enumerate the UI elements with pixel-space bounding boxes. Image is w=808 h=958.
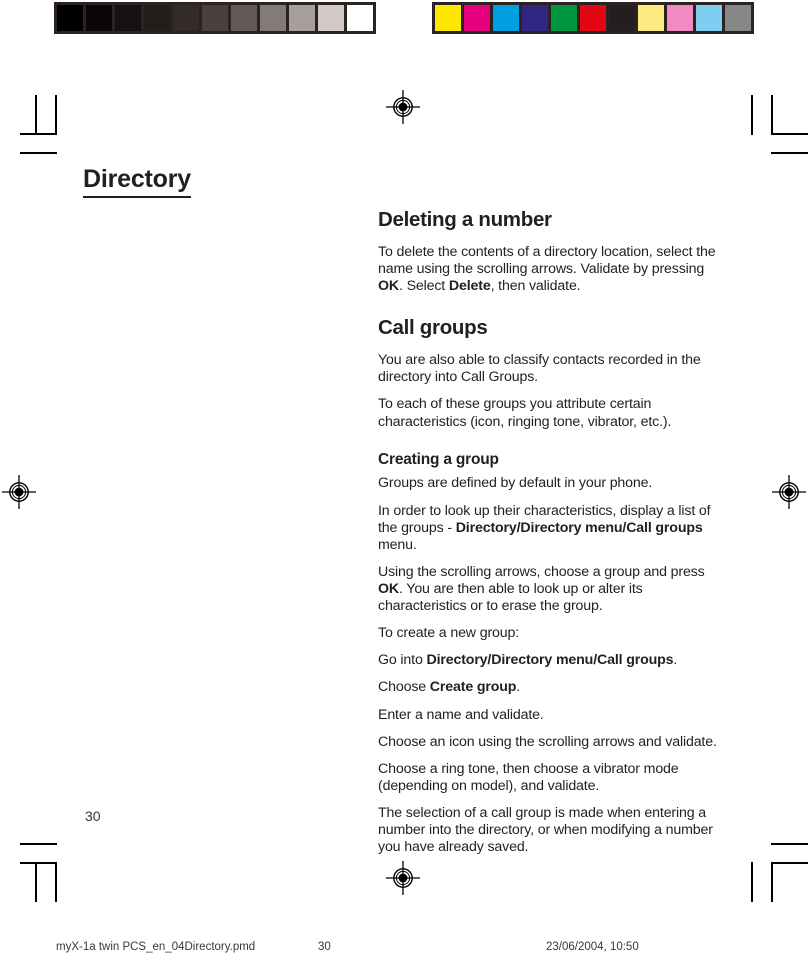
footer-timestamp: 23/06/2004, 10:50 [546,941,639,953]
emphasis-text: Create group [429,679,517,696]
plain-text: Choose [378,679,430,696]
calibration-swatch [580,5,606,31]
calibration-swatch [696,5,722,31]
calibration-swatch [638,5,664,31]
crop-mark-line [55,862,57,902]
crop-mark-line [20,843,57,845]
plain-text: . [673,652,678,669]
plain-text: You are also able to classify contacts r… [378,352,701,386]
calibration-swatch [289,5,315,31]
plain-text: Using the scrolling arrows, choose a gro… [378,563,705,580]
plain-text: . You are then able to look up or alter … [378,581,643,615]
calibration-swatch [725,5,751,31]
print-footer: myX-1a twin PCS_en_04Directory.pmd 30 23… [0,941,808,957]
paragraph-choose-icon: Choose an icon using the scrolling arrow… [378,734,726,751]
calibration-swatch [435,5,461,31]
calibration-swatch [57,5,83,31]
crop-mark-line [771,95,773,135]
plain-text: Go into [378,652,427,669]
emphasis-text: OK [378,278,399,295]
emphasis-text: Directory/Directory menu/Call groups [426,652,674,669]
crop-mark-line [771,152,808,154]
plain-text: To delete the contents of a directory lo… [378,243,716,278]
crop-mark-line [35,95,37,135]
paragraph-default-groups: Groups are defined by default in your ph… [378,475,726,492]
plain-text: The selection of a call group is made wh… [378,805,713,856]
crop-mark-line [771,862,808,864]
calibration-swatch [347,5,373,31]
calibration-swatch [318,5,344,31]
paragraph-classify-contacts: You are also able to classify contacts r… [378,352,726,386]
calibration-swatch [115,5,141,31]
section-heading-creating-a-group: Creating a group [378,450,499,468]
grayscale-calibration-strip [54,2,376,34]
manual-page: Directory Deleting a number To delete th… [0,0,808,958]
calibration-swatch [202,5,228,31]
calibration-swatch [231,5,257,31]
crop-mark-line [771,843,808,845]
page-number: 30 [85,808,101,824]
paragraph-create-new-group: To create a new group: [378,625,726,642]
calibration-swatch [144,5,170,31]
calibration-swatch [551,5,577,31]
calibration-swatch [667,5,693,31]
footer-file-name: myX-1a twin PCS_en_04Directory.pmd [56,941,256,953]
plain-text: Groups are defined by default in your ph… [378,475,653,492]
crop-mark-line [751,862,753,902]
color-calibration-strip [432,2,754,34]
registration-target-icon [772,475,806,509]
plain-text: To create a new group: [378,625,520,642]
paragraph-go-into-menu: Go into Directory/Directory menu/Call gr… [378,652,726,669]
page-title: Directory [83,165,191,198]
paragraph-enter-name: Enter a name and validate. [378,707,726,724]
crop-mark-line [35,862,37,902]
paragraph-delete-instructions: To delete the contents of a directory lo… [378,244,726,295]
plain-text: Choose a ring tone, then choose a vibrat… [378,760,679,794]
calibration-swatch [609,5,635,31]
crop-mark-line [771,133,808,135]
paragraph-call-group-selection: The selection of a call group is made wh… [378,805,726,856]
plain-text: . [516,679,521,696]
crop-mark-line [20,133,57,135]
registration-target-icon [386,861,420,895]
calibration-swatch [493,5,519,31]
crop-mark-line [751,95,753,135]
registration-target-icon [386,90,420,124]
registration-target-icon [2,475,36,509]
crop-mark-line [20,862,57,864]
footer-page-number: 30 [318,941,331,953]
calibration-swatch [522,5,548,31]
crop-mark-line [771,862,773,902]
calibration-swatch [260,5,286,31]
content-column: Deleting a number To delete the contents… [378,208,726,856]
calibration-swatch [173,5,199,31]
plain-text: To each of these groups you attribute ce… [378,396,672,430]
plain-text: menu. [378,536,417,553]
plain-text: . Select [398,278,449,295]
paragraph-ring-tone: Choose a ring tone, then choose a vibrat… [378,761,726,795]
section-heading-deleting-a-number: Deleting a number [378,208,552,231]
emphasis-text: Directory/Directory menu/Call groups [455,519,703,536]
section-heading-call-groups: Call groups [378,316,488,340]
paragraph-lookup-characteristics: In order to look up their characteristic… [378,503,726,554]
crop-mark-line [20,152,57,154]
calibration-swatch [464,5,490,31]
calibration-swatch [86,5,112,31]
plain-text: Choose an icon using the scrolling arrow… [378,733,717,750]
plain-text: , then validate. [490,278,581,295]
paragraph-scrolling-arrows: Using the scrolling arrows, choose a gro… [378,564,726,615]
emphasis-text: Delete [448,278,491,295]
paragraph-group-characteristics: To each of these groups you attribute ce… [378,396,726,430]
crop-mark-line [55,95,57,135]
plain-text: Enter a name and validate. [378,706,544,723]
paragraph-choose-create-group: Choose Create group. [378,679,726,696]
emphasis-text: OK [378,581,399,598]
